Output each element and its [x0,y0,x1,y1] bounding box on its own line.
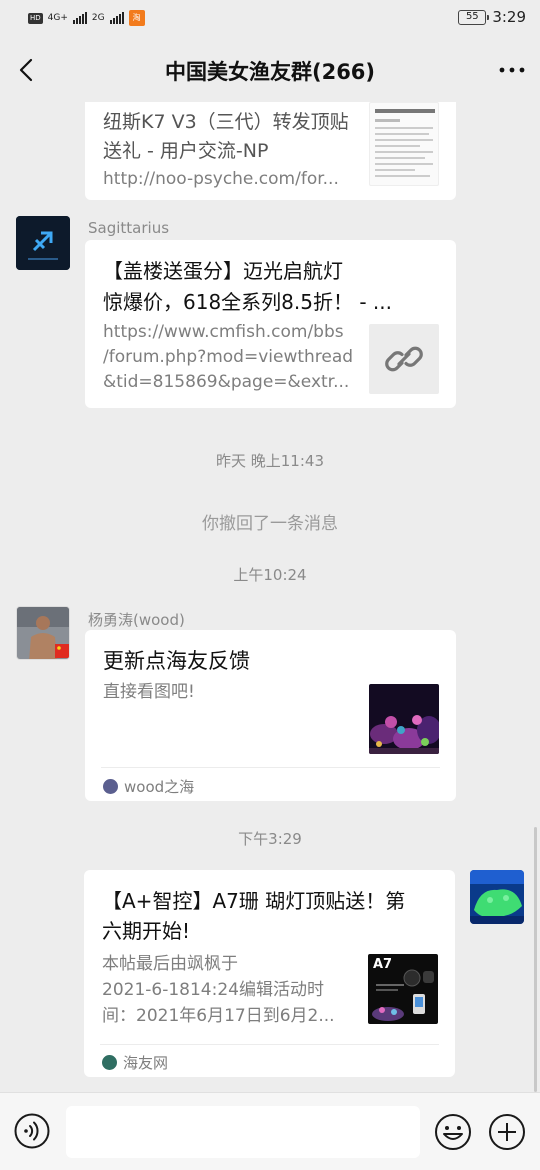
message-input[interactable] [66,1106,420,1158]
article-desc: 本帖最后由飒枫于 [102,954,238,974]
link-card-message[interactable]: 纽斯K7 V3（三代）转发顶贴 送礼 - 用户交流-NP http://noo-… [85,102,456,200]
link-card-url: http://noo-psyche.com/for... [103,169,339,189]
coral-reef-thumbnail [369,684,439,754]
emoji-icon [435,1114,471,1150]
link-card-thumbnail [369,102,439,186]
chat-title: 中国美女渔友群(266) [164,60,376,84]
link-card-url-3: &tid=815869&page=&extr... [103,372,350,392]
avatar-self[interactable] [470,870,524,924]
timestamp: 昨天 晚上11:43 [216,452,324,470]
more-dots-icon [499,67,525,73]
article-desc: 直接看图吧! [103,682,195,702]
link-thumbnail-placeholder [369,324,439,394]
article-source: 海友网 [102,1052,168,1073]
source-logo-icon [102,1055,117,1070]
hd-indicator: HD [28,12,43,24]
source-name: wood之海 [124,778,195,796]
clock: 3:29 [492,8,526,26]
person-photo-icon [17,607,69,659]
timestamp: 上午10:24 [233,566,307,584]
chat-header: 中国美女渔友群(266) [0,38,540,102]
article-title-2: 六期开始! [102,919,191,943]
status-bar: HD 4G+ 2G 淘 55 3:29 [0,0,540,38]
link-card-title: 纽斯K7 V3（三代）转发顶贴 [103,111,349,133]
plus-icon [489,1114,525,1150]
chat-area[interactable]: 纽斯K7 V3（三代）转发顶贴 送礼 - 用户交流-NP http://noo-… [0,102,540,1092]
link-card-title-2: 送礼 - 用户交流-NP [103,140,269,162]
link-card-message[interactable]: 【盖楼送蛋分】迈光启航灯 惊爆价，618全系列8.5折！ - ... https… [85,240,456,408]
taobao-notification-icon: 淘 [128,10,145,26]
a7-light-thumbnail: A7 [368,954,438,1024]
link-icon [385,346,423,372]
network-2g-label: 2G [91,13,105,23]
more-functions-button[interactable] [488,1113,526,1151]
card-divider [101,767,440,768]
more-button[interactable] [496,54,528,86]
emoji-button[interactable] [434,1113,472,1151]
article-title: 更新点海友反馈 [103,649,250,673]
status-right: 55 3:29 [458,8,526,26]
source-avatar-icon [103,779,118,794]
battery-icon: 55 [458,9,490,25]
article-desc-2: 2021-6-1814:24编辑活动时 [102,980,324,1000]
link-card-url: https://www.cmfish.com/bbs [103,322,344,342]
shared-article-card[interactable]: 【A+智控】A7珊 瑚灯顶贴送！第 六期开始! 本帖最后由飒枫于 2021-6-… [84,870,455,1077]
status-left: HD 4G+ 2G 淘 [28,10,145,26]
card-divider [100,1044,439,1045]
link-card-title: 【盖楼送蛋分】迈光启航灯 [103,259,343,283]
sender-name: Sagittarius [88,219,170,237]
input-bar [0,1092,540,1170]
recall-notice: 你撤回了一条消息 [202,514,338,534]
sagittarius-icon [16,216,70,270]
signal-icon [72,12,87,24]
voice-icon [14,1113,50,1149]
timestamp: 下午3:29 [238,830,302,848]
article-source: wood之海 [103,776,194,797]
avatar-sagittarius[interactable] [16,216,70,270]
voice-input-button[interactable] [14,1113,50,1149]
sender-name: 杨勇涛(wood) [88,611,185,629]
signal-icon-2 [109,12,124,24]
coral-photo-icon [470,870,524,924]
shared-article-card[interactable]: 更新点海友反馈 直接看图吧! wood之海 [85,630,456,801]
network-4g-label: 4G+ [47,13,68,23]
avatar-wood[interactable] [16,606,70,660]
article-desc-3: 间：2021年6月17日到6月2... [102,1006,335,1026]
link-card-url-2: /forum.php?mod=viewthread [103,347,354,367]
article-title: 【A+智控】A7珊 瑚灯顶贴送！第 [102,889,406,913]
chat-scrollbar[interactable] [534,827,537,1092]
link-card-title-2: 惊爆价，618全系列8.5折！ - ... [103,290,392,314]
source-name: 海友网 [123,1054,169,1072]
